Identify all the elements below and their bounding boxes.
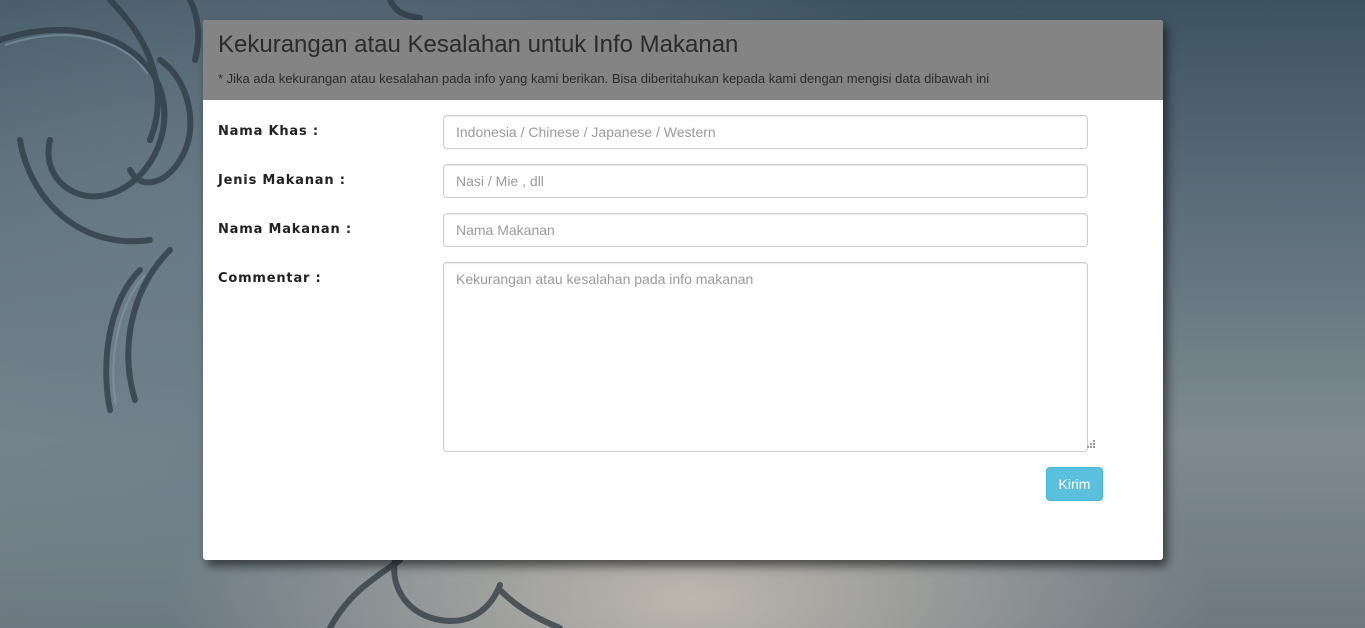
jenis-makanan-input[interactable] [443,164,1088,198]
commentar-textarea[interactable] [443,262,1088,452]
nama-khas-label: Nama Khas : [218,124,319,139]
commentar-row: Commentar : [218,262,1095,452]
modal-title: Kekurangan atau Kesalahan untuk Info Mak… [218,31,739,58]
jenis-makanan-label: Jenis Makanan : [218,173,346,188]
modal-subtitle: * Jika ada kekurangan atau kesalahan pad… [218,71,990,86]
modal-header: Kekurangan atau Kesalahan untuk Info Mak… [203,20,1163,100]
nama-khas-input[interactable] [443,115,1088,149]
feedback-modal: Kekurangan atau Kesalahan untuk Info Mak… [203,20,1163,560]
kirim-button[interactable]: Kirim [1046,467,1103,501]
resize-grip-icon[interactable] [1086,439,1096,449]
nama-makanan-label: Nama Makanan : [218,222,352,237]
nama-makanan-input[interactable] [443,213,1088,247]
commentar-label: Commentar : [218,271,322,286]
